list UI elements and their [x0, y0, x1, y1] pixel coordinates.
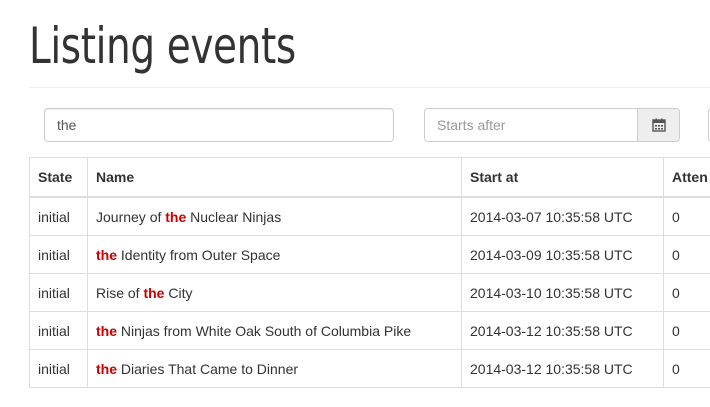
- table-row[interactable]: initial Journey of the Nuclear Ninjas 20…: [29, 196, 710, 236]
- name-cell: the Identity from Outer Space: [87, 235, 462, 274]
- attendees-cell: 0: [663, 349, 710, 388]
- start-at-cell: 2014-03-09 10:35:58 UTC: [461, 235, 664, 274]
- state-cell: initial: [29, 235, 88, 274]
- name-cell: Journey of the Nuclear Ninjas: [87, 196, 462, 236]
- state-cell: initial: [29, 196, 88, 236]
- start-at-cell: 2014-03-10 10:35:58 UTC: [461, 273, 664, 312]
- attendees-cell: 0: [663, 235, 710, 274]
- table-row[interactable]: initial the Ninjas from White Oak South …: [29, 311, 710, 350]
- name-text: Diaries That Came to Dinner: [117, 360, 299, 377]
- table-header-row: State Name Start at Atten: [29, 157, 710, 198]
- name-cell: the Diaries That Came to Dinner: [87, 349, 462, 388]
- table-row[interactable]: initial Rise of the City 2014-03-10 10:3…: [29, 273, 710, 312]
- column-header-attendees[interactable]: Atten: [663, 157, 710, 198]
- calendar-icon: [651, 118, 666, 132]
- name-text: Nuclear Ninjas: [186, 208, 282, 225]
- state-cell: initial: [29, 273, 88, 312]
- starts-after-input[interactable]: [425, 109, 637, 141]
- attendees-cell: 0: [663, 273, 710, 312]
- name-text: City: [164, 284, 193, 301]
- search-highlight: the: [143, 284, 165, 301]
- events-table: State Name Start at Atten initial Journe…: [29, 157, 710, 388]
- name-text: Identity from Outer Space: [117, 246, 281, 263]
- state-cell: initial: [29, 349, 88, 388]
- name-cell: Rise of the City: [87, 273, 462, 312]
- search-highlight: the: [96, 360, 117, 377]
- search-input[interactable]: [44, 108, 394, 142]
- search-highlight: the: [165, 208, 187, 225]
- attendees-cell: 0: [663, 196, 710, 236]
- start-at-cell: 2014-03-12 10:35:58 UTC: [461, 349, 664, 388]
- starts-after-date-picker: [424, 108, 680, 142]
- calendar-button[interactable]: [637, 109, 679, 141]
- column-header-name[interactable]: Name: [87, 157, 462, 198]
- start-at-cell: 2014-03-12 10:35:58 UTC: [461, 311, 664, 350]
- table-row[interactable]: initial the Identity from Outer Space 20…: [29, 235, 710, 274]
- name-cell: the Ninjas from White Oak South of Colum…: [87, 311, 462, 350]
- name-text: Journey of: [96, 208, 166, 225]
- column-header-state[interactable]: State: [29, 157, 88, 198]
- search-highlight: the: [96, 322, 117, 339]
- name-text: Rise of: [96, 284, 144, 301]
- start-at-cell: 2014-03-07 10:35:58 UTC: [461, 196, 664, 236]
- search-highlight: the: [96, 246, 117, 263]
- attendees-cell: 0: [663, 311, 710, 350]
- table-row[interactable]: initial the Diaries That Came to Dinner …: [29, 349, 710, 388]
- state-cell: initial: [29, 311, 88, 350]
- name-text: Ninjas from White Oak South of Columbia …: [117, 322, 412, 339]
- column-header-start-at[interactable]: Start at: [461, 157, 664, 198]
- title-divider: [29, 87, 710, 88]
- page-title: Listing events: [29, 17, 296, 75]
